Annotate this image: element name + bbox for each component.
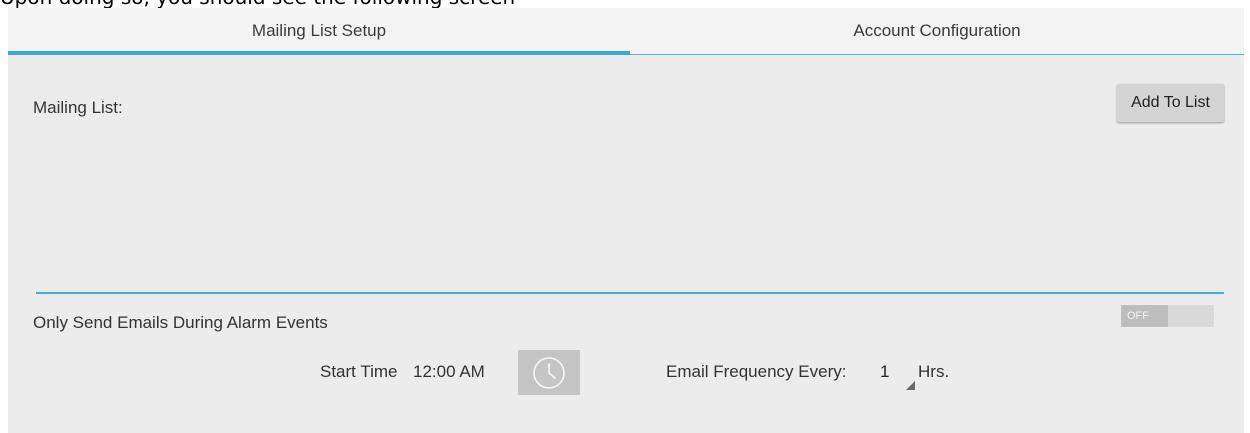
tab-account-configuration[interactable]: Account Configuration [630,8,1244,54]
add-to-list-button[interactable]: Add To List [1117,84,1224,122]
tab-bar: Mailing List Setup Account Configuration [8,8,1244,55]
tab-mailing-list-setup[interactable]: Mailing List Setup [8,8,630,54]
email-frequency-label: Email Frequency Every: [666,362,847,381]
section-divider [36,292,1224,294]
mailing-list-label: Mailing List: [33,98,123,117]
clock-icon [533,356,565,389]
email-frequency-input[interactable]: 1 [869,358,915,390]
email-frequency-value: 1 [880,362,890,381]
frequency-unit-label: Hrs. [918,362,950,381]
toggle-state-label: OFF [1121,305,1168,327]
start-time-label: Start Time [320,362,398,381]
alarm-only-toggle[interactable]: OFF [1121,305,1214,327]
active-tab-indicator [8,51,630,55]
time-picker-button[interactable] [518,350,580,395]
mailing-settings-panel: Mailing List Setup Account Configuration… [8,8,1244,433]
input-corner-marker [906,381,915,390]
start-time-value: 12:00 AM [413,362,485,381]
alarm-only-label: Only Send Emails During Alarm Events [33,313,328,332]
